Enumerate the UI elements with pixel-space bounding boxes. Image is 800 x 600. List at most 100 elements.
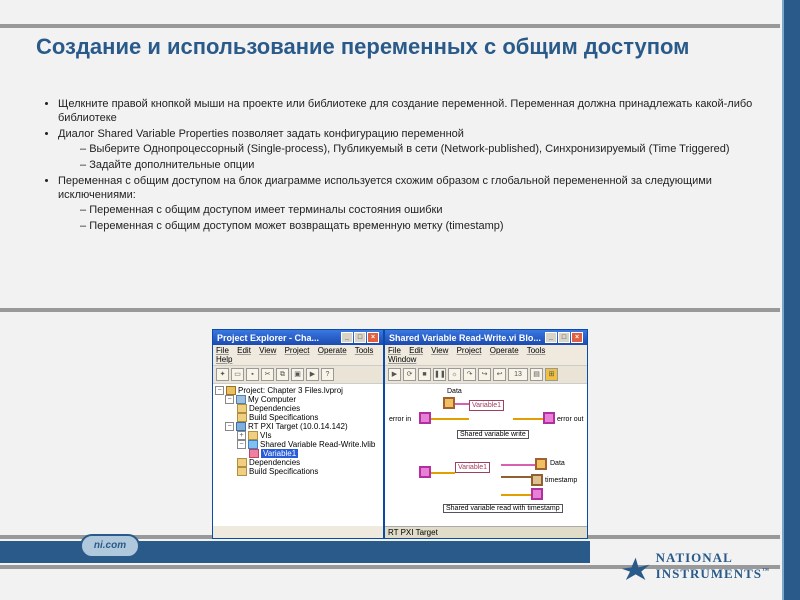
menu-operate[interactable]: Operate [490, 346, 519, 355]
logo-line2: INSTRUMENTS [656, 566, 762, 581]
folder-icon [248, 431, 258, 440]
label-error-out: error out [557, 416, 583, 423]
tool-cut-icon[interactable]: ✂ [261, 368, 274, 381]
bullet-2: Диалог Shared Variable Properties позвол… [58, 128, 764, 142]
slide-body: Щелкните правой кнопкой мыши на проекте … [44, 96, 764, 236]
screenshot-windows: Project Explorer - Cha... _ □ × File Edi… [212, 329, 588, 539]
wire [455, 403, 469, 405]
close-icon[interactable]: × [571, 332, 583, 343]
block-diagram-canvas[interactable]: Data error in Variable1 error out Shared… [385, 384, 587, 526]
tree-build-2[interactable]: Build Specifications [215, 467, 381, 476]
font-size[interactable]: 13 [508, 368, 528, 381]
menu-edit[interactable]: Edit [237, 346, 251, 355]
tree-deps-2[interactable]: Dependencies [215, 458, 381, 467]
wire [501, 476, 531, 478]
step-out-icon[interactable]: ↩ [493, 368, 506, 381]
project-tree[interactable]: −Project: Chapter 3 Files.lvproj −My Com… [213, 384, 383, 526]
label-error-in: error in [389, 416, 411, 423]
tree-svrw-lib[interactable]: −Shared Variable Read-Write.lvlib [215, 440, 381, 449]
bullet-3: Переменная с общим доступом на блок диаг… [58, 175, 764, 203]
variable1-read-node[interactable]: Variable1 [455, 462, 490, 473]
menu-view[interactable]: View [431, 346, 448, 355]
tree-project-root[interactable]: −Project: Chapter 3 Files.lvproj [215, 386, 381, 395]
menu-file[interactable]: File [216, 346, 229, 355]
label-timestamp: timestamp [545, 477, 577, 484]
pe-menu[interactable]: File Edit View Project Operate Tools Hel… [213, 345, 383, 366]
run-cont-icon[interactable]: ⟳ [403, 368, 416, 381]
project-explorer-window: Project Explorer - Cha... _ □ × File Edi… [212, 329, 384, 539]
menu-operate[interactable]: Operate [318, 346, 347, 355]
menu-file[interactable]: File [388, 346, 401, 355]
pause-icon[interactable]: ❚❚ [433, 368, 446, 381]
ni-logo-text: NATIONAL INSTRUMENTS™ [656, 550, 770, 582]
bullet-2a: Выберите Однопроцессорный (Single-proces… [80, 143, 764, 157]
bd-title-text: Shared Variable Read-Write.vi Blo... [389, 333, 541, 343]
decor-top-line [0, 24, 780, 28]
minimize-icon[interactable]: _ [341, 332, 353, 343]
tree-vis[interactable]: +VIs [215, 431, 381, 440]
tree-deps-1[interactable]: Dependencies [215, 404, 381, 413]
wire [501, 464, 535, 466]
error-in-terminal-2[interactable] [419, 466, 431, 478]
variable-icon [249, 449, 259, 458]
decor-right-stripe-light [782, 0, 784, 600]
data-in-terminal[interactable] [443, 397, 455, 409]
minimize-icon[interactable]: _ [545, 332, 557, 343]
bd-status-bar: RT PXI Target [385, 526, 587, 538]
timestamp-terminal[interactable] [531, 474, 543, 486]
bullet-1: Щелкните правой кнопкой мыши на проекте … [58, 98, 764, 126]
vi-icon[interactable]: ⊞ [545, 368, 558, 381]
tool-new-icon[interactable]: ✦ [216, 368, 229, 381]
error-out-terminal[interactable] [543, 412, 555, 424]
tree-my-computer[interactable]: −My Computer [215, 395, 381, 404]
pe-title-text: Project Explorer - Cha... [217, 333, 319, 343]
variable1-write-node[interactable]: Variable1 [469, 400, 504, 411]
tree-rt-target[interactable]: −RT PXI Target (10.0.14.142) [215, 422, 381, 431]
maximize-icon[interactable]: □ [354, 332, 366, 343]
tree-build-1[interactable]: Build Specifications [215, 413, 381, 422]
step-over-icon[interactable]: ↪ [478, 368, 491, 381]
tool-open-icon[interactable]: ▭ [231, 368, 244, 381]
error-in-terminal[interactable] [419, 412, 431, 424]
error-out-terminal-2[interactable] [531, 488, 543, 500]
run-icon[interactable]: ▶ [388, 368, 401, 381]
step-icon[interactable]: ↷ [463, 368, 476, 381]
menu-help[interactable]: Help [216, 355, 232, 364]
tool-help-icon[interactable]: ? [321, 368, 334, 381]
ni-logo: NATIONAL INSTRUMENTS™ [622, 550, 770, 582]
bd-menu[interactable]: File Edit View Project Operate Tools Win… [385, 345, 587, 366]
tool-run-icon[interactable]: ▶ [306, 368, 319, 381]
bd-toolbar: ▶ ⟳ ■ ❚❚ ☼ ↷ ↪ ↩ 13 ▤ ⊞ [385, 366, 587, 384]
tool-save-icon[interactable]: ▪ [246, 368, 259, 381]
menu-window[interactable]: Window [388, 355, 416, 364]
highlight-icon[interactable]: ☼ [448, 368, 461, 381]
wire [513, 418, 543, 420]
bullet-3b: Переменная с общим доступом может возвра… [80, 220, 764, 234]
slide-title: Создание и использование переменных с об… [36, 34, 756, 59]
computer-icon [236, 395, 246, 404]
tree-variable1[interactable]: Variable1 [215, 449, 381, 458]
tool-copy-icon[interactable]: ⧉ [276, 368, 289, 381]
menu-view[interactable]: View [259, 346, 276, 355]
logo-line1: NATIONAL [656, 550, 733, 565]
stop-icon[interactable]: ■ [418, 368, 431, 381]
close-icon[interactable]: × [367, 332, 379, 343]
menu-edit[interactable]: Edit [409, 346, 423, 355]
folder-icon [237, 404, 247, 413]
tool-paste-icon[interactable]: ▣ [291, 368, 304, 381]
target-icon [236, 422, 246, 431]
label-sv-write: Shared variable write [457, 430, 529, 439]
menu-project[interactable]: Project [285, 346, 310, 355]
bd-titlebar: Shared Variable Read-Write.vi Blo... _ □… [385, 330, 587, 345]
menu-tools[interactable]: Tools [527, 346, 546, 355]
data-out-terminal[interactable] [535, 458, 547, 470]
bullet-3a: Переменная с общим доступом имеет термин… [80, 204, 764, 218]
maximize-icon[interactable]: □ [558, 332, 570, 343]
ni-eagle-icon [622, 552, 650, 580]
align-icon[interactable]: ▤ [530, 368, 543, 381]
pe-titlebar: Project Explorer - Cha... _ □ × [213, 330, 383, 345]
bullet-2b: Задайте дополнительные опции [80, 159, 764, 173]
decor-mid-line [0, 308, 780, 312]
menu-project[interactable]: Project [457, 346, 482, 355]
menu-tools[interactable]: Tools [355, 346, 374, 355]
